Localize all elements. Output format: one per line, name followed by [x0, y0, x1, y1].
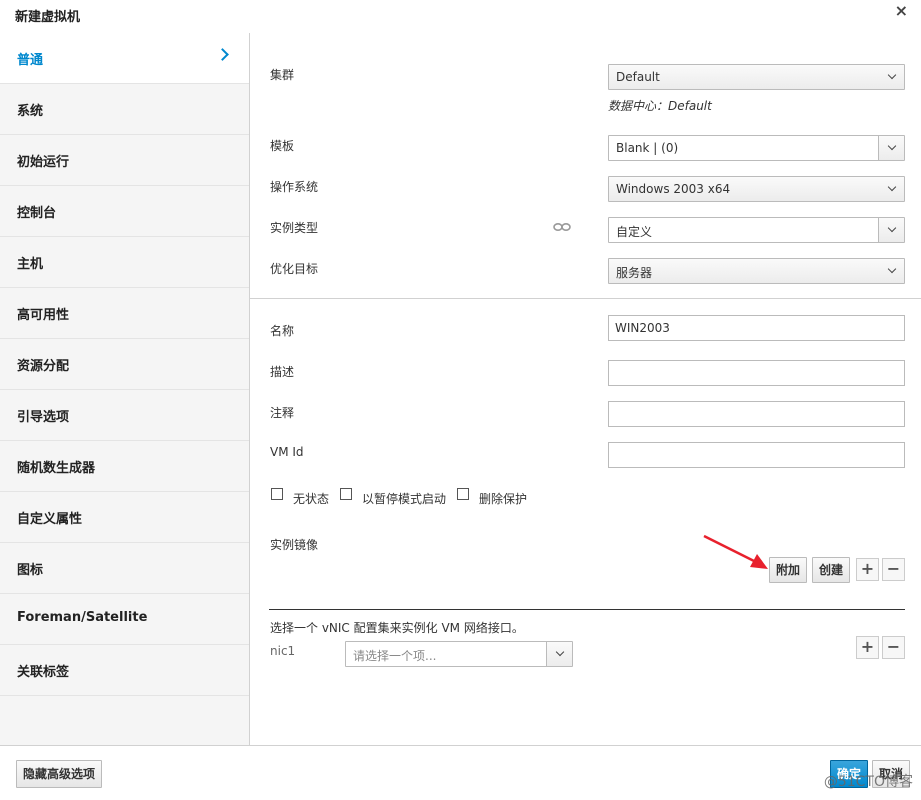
sidebar-item-label: 普通	[17, 53, 44, 68]
hide-advanced-button[interactable]: 隐藏高级选项	[16, 760, 102, 788]
sidebar-item-initial-run[interactable]: 初始运行	[0, 135, 249, 186]
remove-nic-button[interactable]: −	[882, 636, 905, 659]
template-select[interactable]: Blank | (0)	[608, 135, 905, 161]
nic-divider	[269, 609, 905, 610]
start-paused-label: 以暂停模式启动	[362, 492, 447, 506]
chevron-down-icon	[887, 264, 897, 274]
sidebar-item-resource-allocation[interactable]: 资源分配	[0, 339, 249, 390]
os-label: 操作系统	[270, 180, 319, 194]
name-label: 名称	[270, 324, 295, 338]
section-divider	[250, 298, 921, 299]
dialog-footer: 隐藏高级选项 确定 取消	[0, 745, 921, 800]
watermark: @51CTO博客	[823, 774, 913, 790]
sidebar-item-custom-properties[interactable]: 自定义属性	[0, 492, 249, 543]
stateless-label: 无状态	[293, 492, 330, 506]
dialog-titlebar: 新建虚拟机 ×	[0, 0, 921, 33]
close-icon[interactable]: ×	[895, 1, 908, 20]
attach-button[interactable]: 附加	[769, 557, 807, 583]
sidebar-item-label: 高可用性	[17, 308, 70, 323]
sidebar: 普通 系统 初始运行 控制台 主机 高可用性 资源分配 引导选项 随机数生成器 …	[0, 33, 250, 745]
optimized-for-value: 服务器	[616, 266, 653, 280]
sidebar-item-console[interactable]: 控制台	[0, 186, 249, 237]
vm-id-label: VM Id	[270, 445, 304, 459]
sidebar-item-system[interactable]: 系统	[0, 84, 249, 135]
remove-image-button[interactable]: −	[882, 558, 905, 581]
sidebar-item-affinity-labels[interactable]: 关联标签	[0, 645, 249, 696]
sidebar-item-high-availability[interactable]: 高可用性	[0, 288, 249, 339]
link-icon[interactable]	[553, 222, 571, 232]
description-label: 描述	[270, 365, 295, 379]
annotation-arrow	[703, 534, 768, 569]
dialog-title: 新建虚拟机	[15, 10, 81, 25]
sidebar-item-label: 主机	[17, 257, 44, 272]
cluster-select[interactable]: Default	[608, 64, 905, 90]
sidebar-item-icon[interactable]: 图标	[0, 543, 249, 594]
delete-protection-checkbox[interactable]	[457, 488, 469, 500]
optimized-for-label: 优化目标	[270, 262, 319, 276]
delete-protection-label: 删除保护	[479, 492, 528, 506]
chevron-right-icon	[216, 48, 229, 61]
chevron-down-icon	[555, 647, 565, 657]
sidebar-item-boot-options[interactable]: 引导选项	[0, 390, 249, 441]
description-input[interactable]	[608, 360, 905, 386]
os-select[interactable]: Windows 2003 x64	[608, 176, 905, 202]
add-image-button[interactable]: +	[856, 558, 879, 581]
comment-input[interactable]	[608, 401, 905, 427]
nic1-label: nic1	[270, 644, 296, 658]
instance-type-select[interactable]: 自定义	[608, 217, 905, 243]
create-button[interactable]: 创建	[812, 557, 850, 583]
sidebar-item-label: 自定义属性	[17, 512, 83, 527]
nic1-placeholder: 请选择一个项...	[353, 649, 437, 663]
sidebar-item-general[interactable]: 普通	[0, 33, 249, 84]
optimized-for-select[interactable]: 服务器	[608, 258, 905, 284]
name-input[interactable]	[608, 315, 905, 341]
vnic-hint: 选择一个 vNIC 配置集来实例化 VM 网络接口。	[270, 621, 524, 635]
new-vm-dialog: 新建虚拟机 × 普通 系统 初始运行 控制台 主机 高可用性 资源分配 引导选项	[0, 0, 921, 800]
sidebar-item-label: 系统	[17, 104, 44, 119]
instance-images-label: 实例镜像	[270, 538, 319, 552]
cluster-value: Default	[616, 70, 660, 84]
nic1-profile-select[interactable]: 请选择一个项...	[345, 641, 573, 667]
sidebar-item-label: 资源分配	[17, 359, 70, 374]
instance-type-dropdown-button[interactable]	[878, 218, 904, 242]
chevron-down-icon	[887, 70, 897, 80]
sidebar-item-label: 图标	[17, 563, 44, 578]
sidebar-item-rng[interactable]: 随机数生成器	[0, 441, 249, 492]
add-nic-button[interactable]: +	[856, 636, 879, 659]
cluster-label: 集群	[270, 68, 295, 82]
sidebar-item-label: 关联标签	[17, 665, 70, 680]
os-value: Windows 2003 x64	[616, 182, 731, 196]
chevron-down-icon	[887, 223, 897, 233]
vm-id-input[interactable]	[608, 442, 905, 468]
start-paused-checkbox[interactable]	[340, 488, 352, 500]
nic1-dropdown-button[interactable]	[546, 642, 572, 666]
template-value: Blank | (0)	[616, 141, 679, 155]
sidebar-item-foreman-satellite[interactable]: Foreman/Satellite	[0, 594, 249, 645]
instance-type-value: 自定义	[616, 225, 653, 239]
sidebar-item-host[interactable]: 主机	[0, 237, 249, 288]
datacenter-hint: 数据中心：Default	[608, 99, 712, 113]
sidebar-item-label: 控制台	[17, 206, 57, 221]
template-label: 模板	[270, 139, 295, 153]
sidebar-item-label: 初始运行	[17, 155, 70, 170]
sidebar-item-label: Foreman/Satellite	[17, 610, 148, 625]
chevron-down-icon	[887, 182, 897, 192]
comment-label: 注释	[270, 406, 295, 420]
template-dropdown-button[interactable]	[878, 136, 904, 160]
sidebar-item-label: 引导选项	[17, 410, 70, 425]
chevron-down-icon	[887, 141, 897, 151]
sidebar-item-label: 随机数生成器	[17, 461, 96, 476]
stateless-checkbox[interactable]	[271, 488, 283, 500]
instance-type-label: 实例类型	[270, 221, 319, 235]
